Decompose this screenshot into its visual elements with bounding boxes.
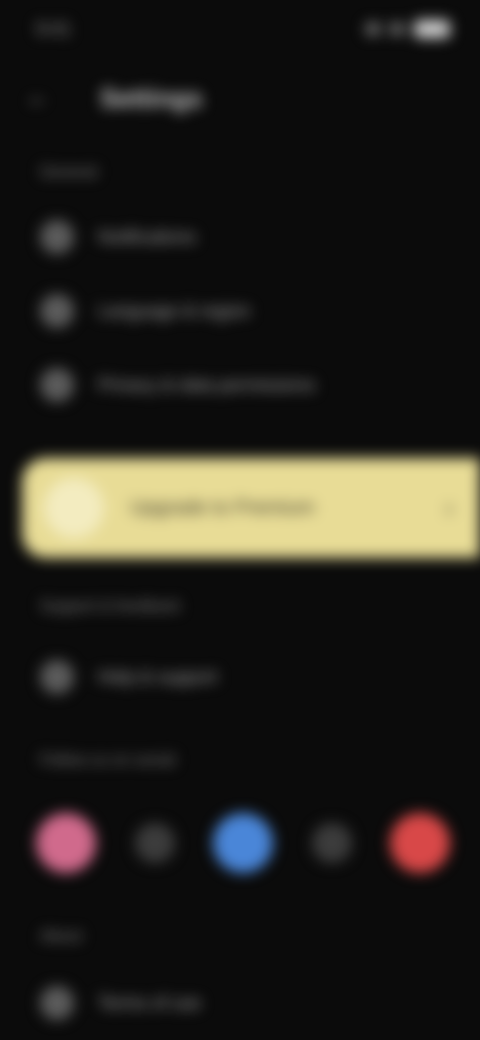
chevron-right-icon: › [444, 492, 454, 523]
facebook-icon[interactable] [213, 813, 273, 873]
globe-icon [40, 294, 74, 328]
social-row [36, 808, 450, 878]
section-label-support: Support & feedback [40, 598, 181, 615]
settings-item-label: Language & region [98, 300, 251, 321]
status-icons [366, 20, 450, 38]
wifi-icon [390, 23, 404, 35]
settings-item-label: Help & support [98, 666, 218, 687]
settings-item-privacy[interactable]: Privacy & data permissions [40, 360, 450, 410]
header: ← Settings [26, 78, 460, 118]
section-label-about: About [40, 928, 82, 945]
settings-item-terms[interactable]: Terms of use [40, 978, 450, 1028]
status-bar: 9:41 [36, 14, 450, 44]
settings-item-label: Privacy & data permissions [98, 374, 316, 395]
shield-icon [40, 368, 74, 402]
youtube-icon[interactable] [390, 813, 450, 873]
settings-item-label: Notifications [98, 226, 197, 247]
help-icon [40, 660, 74, 694]
instagram-icon[interactable] [36, 813, 96, 873]
settings-item-language[interactable]: Language & region [40, 286, 450, 336]
premium-banner[interactable]: Upgrade to Premium › [22, 458, 480, 558]
bell-icon [40, 220, 74, 254]
settings-item-notifications[interactable]: Notifications [40, 212, 450, 262]
status-time: 9:41 [36, 18, 72, 39]
x-icon[interactable] [134, 823, 175, 863]
page-title: Settings [100, 82, 203, 113]
signal-icon [366, 23, 380, 35]
crown-icon [44, 478, 104, 538]
document-icon [40, 986, 74, 1020]
settings-item-label: Terms of use [98, 992, 202, 1013]
tiktok-icon[interactable] [311, 823, 352, 863]
battery-icon [414, 20, 450, 38]
back-arrow-icon[interactable]: ← [26, 86, 50, 110]
premium-banner-label: Upgrade to Premium [130, 496, 315, 519]
section-label-social: Follow us on social [40, 752, 176, 769]
section-label-general: General [40, 164, 97, 181]
settings-item-help[interactable]: Help & support [40, 652, 450, 702]
